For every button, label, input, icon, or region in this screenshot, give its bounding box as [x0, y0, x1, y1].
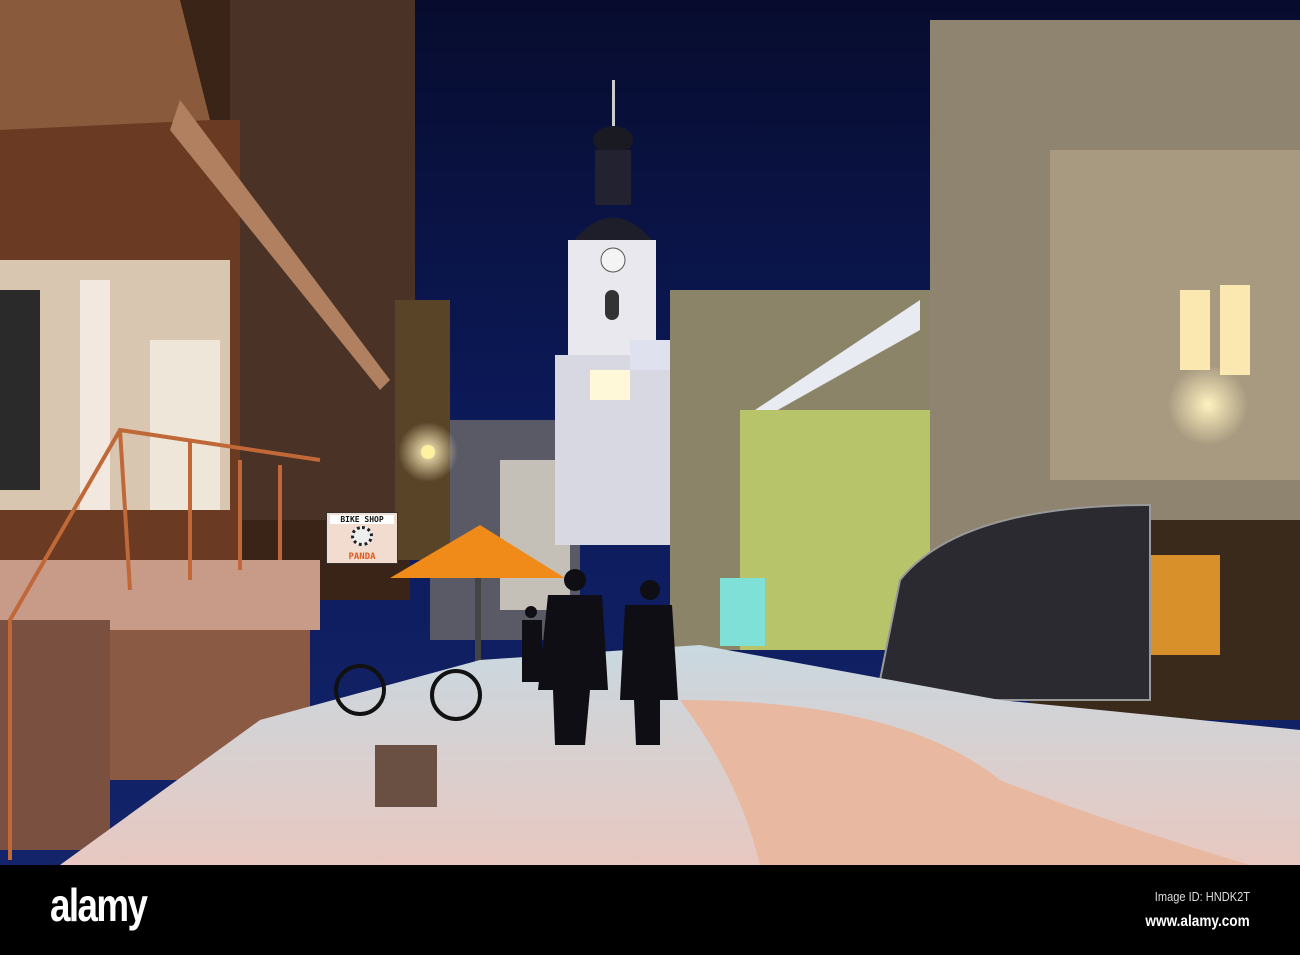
image-id: Image ID: HNDK2T: [1154, 889, 1250, 904]
bike-shop-sign: BIKE SHOP PANDA: [326, 512, 398, 564]
website-link[interactable]: www.alamy.com: [1146, 913, 1250, 931]
panda-gear-icon: [351, 526, 373, 546]
night-street-photo: [0, 0, 1300, 865]
clock-icon: [600, 247, 626, 273]
shop-sign-top: BIKE SHOP: [330, 515, 394, 524]
shop-sign-bottom: PANDA: [348, 552, 376, 562]
alamy-logo[interactable]: alamy: [50, 878, 148, 932]
footer-bar: [0, 865, 1300, 955]
